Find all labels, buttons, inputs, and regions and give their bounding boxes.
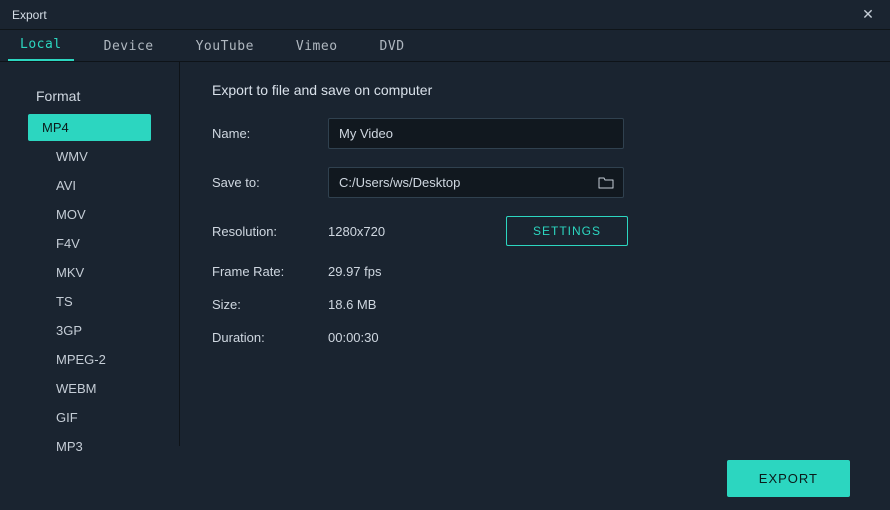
- saveto-input-wrap[interactable]: C:/Users/ws/Desktop: [328, 167, 624, 198]
- name-row: Name:: [212, 118, 860, 149]
- saveto-label: Save to:: [212, 175, 328, 190]
- format-item-mp3[interactable]: MP3: [42, 433, 151, 460]
- window-title: Export: [12, 8, 47, 22]
- tab-vimeo[interactable]: Vimeo: [284, 31, 350, 61]
- format-header: Format: [0, 82, 179, 114]
- framerate-label: Frame Rate:: [212, 264, 328, 279]
- name-input[interactable]: [328, 118, 624, 149]
- format-item-wmv[interactable]: WMV: [42, 143, 151, 170]
- close-icon[interactable]: ✕: [858, 6, 878, 23]
- settings-button[interactable]: SETTINGS: [506, 216, 628, 246]
- format-item-ts[interactable]: TS: [42, 288, 151, 315]
- format-item-f4v[interactable]: F4V: [42, 230, 151, 257]
- size-value: 18.6 MB: [328, 297, 376, 312]
- tab-device[interactable]: Device: [92, 31, 166, 61]
- format-sidebar: Format MP4 WMV AVI MOV F4V MKV TS 3GP MP…: [0, 62, 180, 446]
- size-label: Size:: [212, 297, 328, 312]
- format-item-mkv[interactable]: MKV: [42, 259, 151, 286]
- duration-row: Duration: 00:00:30: [212, 330, 860, 345]
- duration-label: Duration:: [212, 330, 328, 345]
- tab-dvd[interactable]: DVD: [368, 31, 417, 61]
- format-item-3gp[interactable]: 3GP: [42, 317, 151, 344]
- size-row: Size: 18.6 MB: [212, 297, 860, 312]
- saveto-value: C:/Users/ws/Desktop: [339, 168, 597, 197]
- duration-value: 00:00:30: [328, 330, 379, 345]
- resolution-row: Resolution: 1280x720 SETTINGS: [212, 216, 860, 246]
- tab-bar: Local Device YouTube Vimeo DVD: [0, 30, 890, 62]
- tab-youtube[interactable]: YouTube: [184, 31, 266, 61]
- format-item-avi[interactable]: AVI: [42, 172, 151, 199]
- saveto-row: Save to: C:/Users/ws/Desktop: [212, 167, 860, 198]
- export-button[interactable]: EXPORT: [727, 460, 850, 497]
- tab-local[interactable]: Local: [8, 29, 74, 61]
- format-item-gif[interactable]: GIF: [42, 404, 151, 431]
- folder-icon[interactable]: [597, 175, 615, 191]
- format-item-mov[interactable]: MOV: [42, 201, 151, 228]
- format-item-mpeg2[interactable]: MPEG-2: [42, 346, 151, 373]
- resolution-label: Resolution:: [212, 224, 328, 239]
- titlebar: Export ✕: [0, 0, 890, 30]
- main-area: Format MP4 WMV AVI MOV F4V MKV TS 3GP MP…: [0, 62, 890, 446]
- framerate-row: Frame Rate: 29.97 fps: [212, 264, 860, 279]
- content-panel: Export to file and save on computer Name…: [180, 62, 890, 446]
- format-item-webm[interactable]: WEBM: [42, 375, 151, 402]
- framerate-value: 29.97 fps: [328, 264, 382, 279]
- format-item-mp4[interactable]: MP4: [28, 114, 151, 141]
- panel-title: Export to file and save on computer: [212, 82, 860, 98]
- resolution-value: 1280x720: [328, 224, 506, 239]
- name-label: Name:: [212, 126, 328, 141]
